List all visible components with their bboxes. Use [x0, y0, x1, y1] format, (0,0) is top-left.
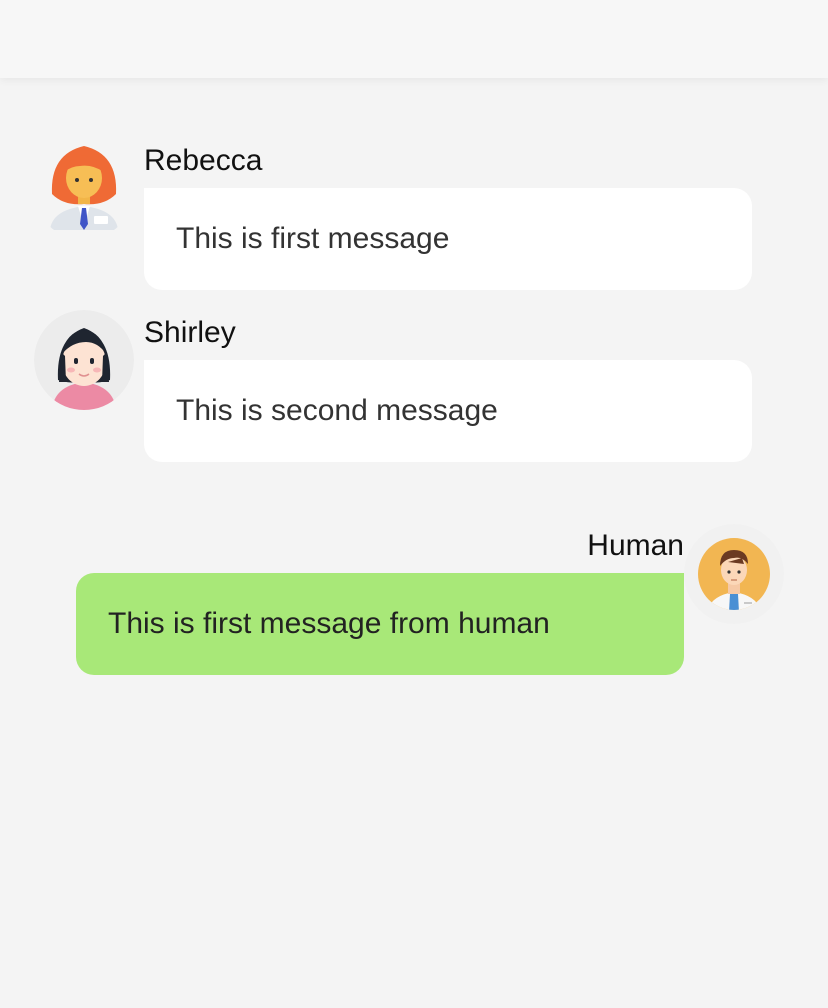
sender-name: Shirley: [144, 316, 236, 349]
sender-name: Human: [587, 529, 684, 562]
message-bubble[interactable]: This is second message: [144, 360, 752, 462]
chat-header: [0, 0, 828, 78]
man-tie-avatar-icon[interactable]: [684, 524, 784, 624]
woman-red-hair-avatar-icon[interactable]: [34, 140, 134, 240]
message-bubble[interactable]: This is first message: [144, 188, 752, 290]
message-bubble[interactable]: This is first message from human: [76, 573, 684, 675]
woman-black-hair-avatar-icon[interactable]: [34, 310, 134, 410]
sender-name: Rebecca: [144, 144, 263, 177]
